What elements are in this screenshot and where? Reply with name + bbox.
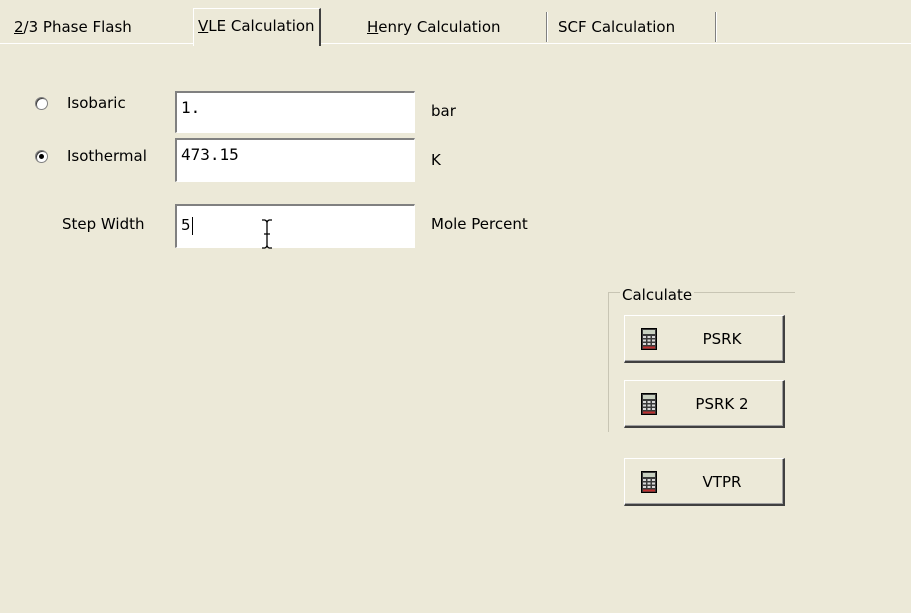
step-width-label: Step Width bbox=[62, 215, 145, 233]
step-width-input[interactable]: 5 bbox=[175, 204, 415, 248]
tab-label: LE Calculation bbox=[208, 17, 315, 35]
isobaric-label[interactable]: Isobaric bbox=[67, 94, 126, 112]
isothermal-input[interactable]: 473.15 bbox=[175, 138, 415, 182]
ibeam-cursor-icon bbox=[262, 219, 272, 249]
tab-mnemonic: 2 bbox=[14, 18, 24, 36]
psrk-button-label: PSRK bbox=[702, 329, 742, 348]
isobaric-input[interactable]: 1. bbox=[175, 91, 415, 133]
tab-divider bbox=[546, 12, 548, 42]
tab-label: SCF Calculation bbox=[558, 18, 676, 36]
vtpr-button-label: VTPR bbox=[702, 472, 742, 491]
isobaric-unit: bar bbox=[431, 102, 456, 120]
tab-mnemonic: H bbox=[367, 18, 379, 36]
tab-label: /3 Phase Flash bbox=[23, 18, 132, 36]
step-width-unit: Mole Percent bbox=[431, 215, 528, 233]
psrk2-button[interactable]: PSRK 2 bbox=[624, 380, 785, 428]
tab-2-3-phase-flash[interactable]: 2/3 Phase Flash bbox=[10, 12, 136, 42]
psrk2-button-label: PSRK 2 bbox=[695, 394, 749, 413]
tab-strip-border bbox=[0, 43, 911, 44]
isothermal-unit: K bbox=[431, 151, 441, 169]
isothermal-radio[interactable] bbox=[35, 150, 48, 163]
isothermal-value: 473.15 bbox=[181, 145, 239, 164]
psrk-button[interactable]: PSRK bbox=[624, 315, 785, 363]
calculator-icon bbox=[641, 393, 657, 415]
tab-henry-calculation[interactable]: Henry Calculation bbox=[363, 12, 505, 42]
isobaric-radio[interactable] bbox=[35, 97, 48, 110]
tab-divider bbox=[715, 12, 717, 42]
tab-label: enry Calculation bbox=[378, 18, 501, 36]
isothermal-label[interactable]: Isothermal bbox=[67, 147, 147, 165]
calculate-group-title: Calculate bbox=[620, 286, 695, 304]
calculator-icon bbox=[641, 328, 657, 350]
vtpr-button[interactable]: VTPR bbox=[624, 458, 785, 506]
tab-scf-calculation[interactable]: SCF Calculation bbox=[554, 12, 679, 42]
tab-mnemonic: V bbox=[198, 17, 209, 35]
isobaric-value: 1. bbox=[181, 98, 201, 117]
radio-selected-dot bbox=[39, 154, 44, 159]
text-caret bbox=[191, 216, 193, 235]
step-width-value: 5 bbox=[181, 216, 191, 234]
calculator-icon bbox=[641, 471, 657, 493]
tab-vle-calculation[interactable]: VLE Calculation bbox=[193, 8, 321, 46]
